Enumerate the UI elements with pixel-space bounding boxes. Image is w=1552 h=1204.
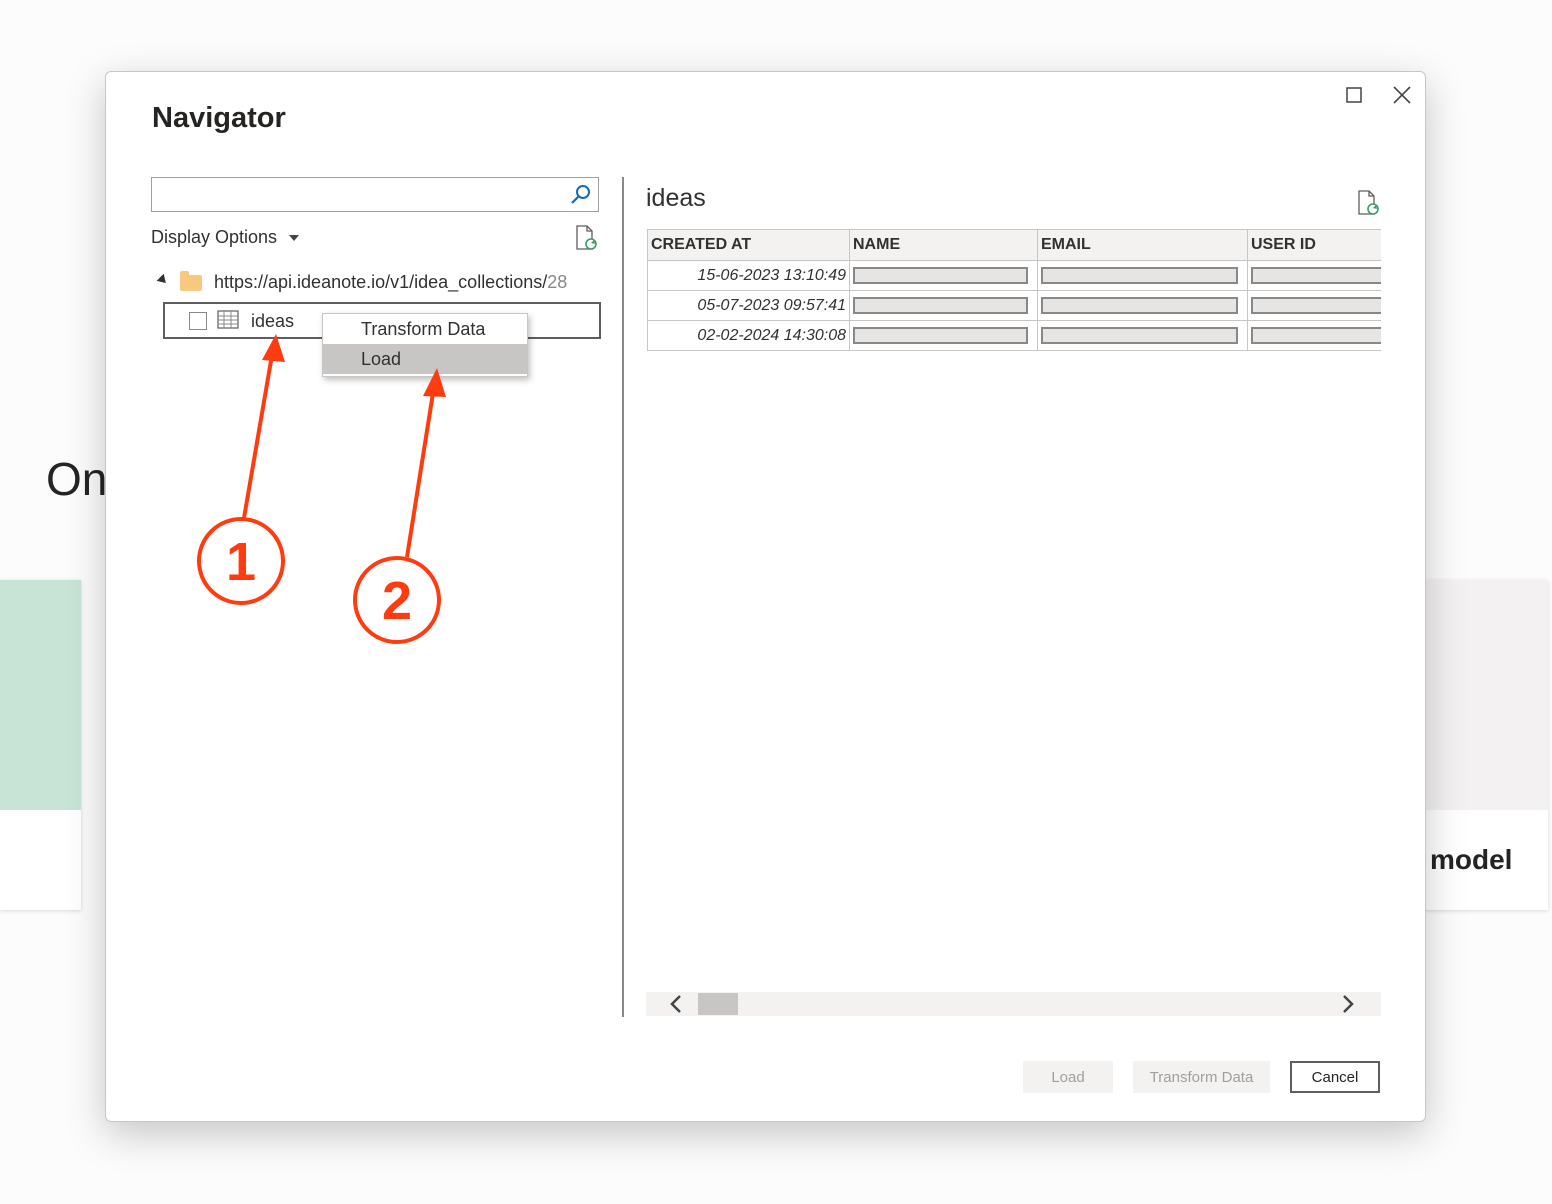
column-header[interactable]: CREATED AT [647,229,850,261]
refresh-icon[interactable] [574,225,598,256]
preview-refresh-icon[interactable] [1356,190,1380,221]
background-heading: On [46,453,108,505]
scroll-left-icon[interactable] [668,993,684,1021]
cell-user-id-redacted [1247,290,1381,321]
pane-divider[interactable] [622,177,624,1017]
cell-created-at: 05-07-2023 09:57:41 [647,290,850,321]
column-header[interactable]: EMAIL [1037,229,1248,261]
dialog-title: Navigator [152,102,286,134]
context-menu-load[interactable]: Load [323,344,527,374]
horizontal-scrollbar[interactable] [646,992,1381,1016]
cell-email-redacted [1037,260,1248,291]
background-card-left [0,580,81,910]
ideas-checkbox[interactable] [189,312,207,330]
tree-root-node[interactable]: https://api.ideanote.io/v1/idea_collecti… [156,270,568,293]
table-row: 15-06-2023 13:10:49 [647,260,1381,291]
table-icon [217,310,239,335]
tree-root-count: 28 [547,272,568,292]
background-card-label: model [1430,844,1513,875]
transform-data-button[interactable]: Transform Data [1133,1061,1270,1093]
context-menu-transform-data[interactable]: Transform Data [323,314,527,344]
scrollbar-thumb[interactable] [698,993,738,1015]
cell-user-id-redacted [1247,320,1381,351]
navigator-dialog: Navigator Display Options https://api.id… [105,71,1426,1122]
tree-root-url: https://api.ideanote.io/v1/idea_collecti… [214,272,548,292]
cancel-button[interactable]: Cancel [1290,1061,1380,1093]
preview-table: CREATED AT NAME EMAIL USER ID 15-06-2023… [647,229,1381,356]
context-menu: Transform Data Load [322,313,528,377]
cell-name-redacted [849,290,1038,321]
folder-icon [180,270,202,291]
search-icon[interactable] [570,184,592,211]
load-button[interactable]: Load [1023,1061,1113,1093]
scroll-right-icon[interactable] [1340,993,1356,1021]
column-header[interactable]: NAME [849,229,1038,261]
display-options-label: Display Options [151,227,278,247]
column-header[interactable]: USER ID [1247,229,1381,261]
search-input[interactable] [151,177,599,212]
display-options-dropdown[interactable]: Display Options [151,227,300,248]
preview-title: ideas [646,184,706,212]
cell-created-at: 15-06-2023 13:10:49 [647,260,850,291]
maximize-icon[interactable] [1341,82,1367,108]
cell-user-id-redacted [1247,260,1381,291]
cell-created-at: 02-02-2024 14:30:08 [647,320,850,351]
close-icon[interactable] [1389,82,1415,108]
table-row: 05-07-2023 09:57:41 [647,290,1381,321]
cell-email-redacted [1037,290,1248,321]
tree-item-label: ideas [251,311,295,331]
cell-email-redacted [1037,320,1248,351]
cell-name-redacted [849,320,1038,351]
chevron-down-icon [289,234,300,241]
table-row: 02-02-2024 14:30:08 [647,320,1381,351]
cell-name-redacted [849,260,1038,291]
background-card-right: model [1424,580,1548,910]
collapse-icon[interactable] [156,273,170,287]
